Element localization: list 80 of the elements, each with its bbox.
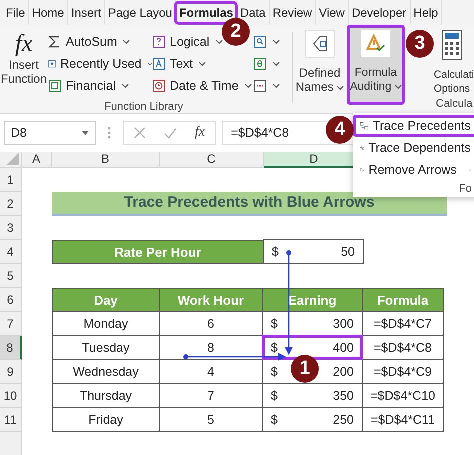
- sheet-title: Trace Precedents with Blue Arrows: [52, 192, 447, 216]
- function-menu-button[interactable]: AutoSum: [48, 32, 152, 52]
- rate-label-cell: Rate Per Hour: [52, 240, 264, 264]
- currency-symbol: $: [271, 388, 278, 402]
- caret-icon: [273, 40, 280, 44]
- row-header[interactable]: 7: [0, 312, 22, 336]
- currency-symbol: $: [271, 412, 278, 426]
- ribbon-tab[interactable]: File: [4, 4, 28, 22]
- caret-icon: [82, 130, 89, 136]
- cell-value: 350: [333, 388, 354, 402]
- book-icon: [152, 57, 166, 71]
- book-icon: [253, 79, 268, 93]
- column-header[interactable]: C: [160, 152, 264, 168]
- cell-value: 250: [333, 412, 354, 426]
- book-icon: [48, 79, 62, 93]
- currency-symbol: $: [271, 364, 278, 378]
- caret-icon: [394, 85, 402, 90]
- insert-function-button[interactable]: fx Insert Function: [0, 28, 48, 98]
- table-cell: Friday: [52, 407, 160, 432]
- enter-icon[interactable]: [164, 128, 177, 138]
- caret-icon: [273, 62, 280, 66]
- group-label: Function Library: [104, 100, 184, 113]
- warning-check-icon: [361, 30, 391, 58]
- ribbon-tab[interactable]: Help: [412, 4, 440, 22]
- formula-auditing-button[interactable]: Formula Auditing: [347, 25, 405, 105]
- group-label: Fo: [459, 182, 472, 195]
- function-menu-button[interactable]: Financial: [48, 76, 152, 96]
- currency-symbol: $: [271, 316, 278, 330]
- table-header-cell: Day: [52, 288, 160, 312]
- sum-icon: [48, 35, 62, 49]
- defined-names-button[interactable]: Defined Names: [297, 28, 343, 113]
- book-icon: [253, 57, 268, 71]
- row-header[interactable]: 8: [0, 336, 22, 360]
- name-box[interactable]: D8: [4, 121, 96, 145]
- grip-icon: [108, 127, 111, 139]
- row-header[interactable]: 9: [0, 360, 22, 384]
- ribbon-tab[interactable]: View: [317, 4, 347, 22]
- cell-value: 50: [341, 244, 355, 258]
- currency-symbol: $: [271, 340, 278, 354]
- row-header[interactable]: 11: [0, 408, 22, 432]
- cancel-icon[interactable]: [134, 127, 146, 139]
- row-header[interactable]: 1: [0, 168, 22, 192]
- caret-icon: [337, 86, 344, 91]
- ribbon-tab[interactable]: Insert: [69, 4, 104, 22]
- function-menu-button[interactable]: Text: [152, 54, 254, 74]
- cell-value: 200: [333, 364, 354, 378]
- row-header[interactable]: 3: [0, 216, 22, 240]
- book-icon: [152, 35, 166, 49]
- insert-function-button[interactable]: fx: [195, 125, 206, 141]
- row-header[interactable]: 6: [0, 288, 22, 312]
- caret-icon: [273, 84, 280, 88]
- function-menu-button[interactable]: Date & Time: [152, 76, 254, 96]
- row-header[interactable]: 10: [0, 384, 22, 408]
- cell-value: 400: [333, 340, 354, 354]
- cell-value: 300: [333, 316, 354, 330]
- currency-symbol: $: [272, 244, 279, 258]
- table-header-cell: Formula: [362, 288, 444, 312]
- book-icon: [253, 35, 268, 49]
- calculator-icon: [440, 30, 464, 60]
- table-cell: =$D$4*C11: [362, 407, 444, 432]
- ribbon-tab[interactable]: Developer: [350, 4, 409, 22]
- function-menu-button[interactable]: Recently Used: [48, 54, 152, 74]
- row-header[interactable]: 2: [0, 192, 22, 216]
- clock-icon: [152, 79, 166, 93]
- step-badge: 1: [291, 355, 319, 383]
- row-header[interactable]: 4: [0, 240, 22, 264]
- table-header-cell: Work Hour: [159, 288, 263, 312]
- calculation-options-button[interactable]: Calculati Options: [434, 28, 474, 96]
- ribbon-tab[interactable]: Review: [270, 4, 314, 22]
- column-header[interactable]: B: [52, 152, 160, 168]
- row-header[interactable]: [0, 432, 22, 455]
- row-header[interactable]: 5: [0, 264, 22, 288]
- column-header[interactable]: A: [22, 152, 52, 168]
- ribbon-tab[interactable]: Home: [30, 4, 66, 22]
- menu-item[interactable]: Trace Precedents: [353, 115, 474, 137]
- table-header-cell: Earning: [262, 288, 363, 312]
- ribbon-tab[interactable]: Page Layou: [106, 4, 174, 22]
- select-all-corner[interactable]: [0, 152, 22, 168]
- tag-icon: [305, 30, 335, 58]
- group-label: Calcula: [435, 97, 474, 110]
